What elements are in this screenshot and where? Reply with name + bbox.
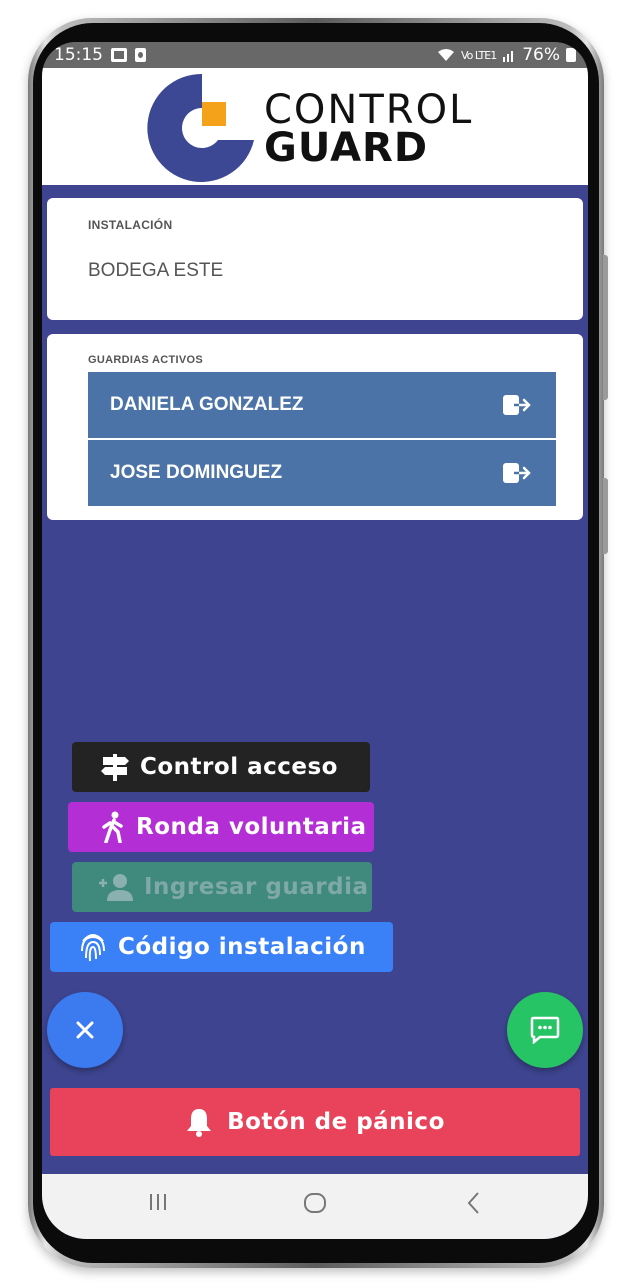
chat-icon <box>530 1016 560 1044</box>
add-guard-label: Ingresar guardia <box>144 874 369 900</box>
lock-icon <box>135 48 146 62</box>
add-person-icon <box>99 874 133 901</box>
signal-icon <box>503 51 514 62</box>
installation-code-label: Código instalación <box>118 934 366 960</box>
recent-apps-icon[interactable] <box>146 1190 170 1214</box>
gallery-icon <box>111 48 127 62</box>
back-icon[interactable] <box>462 1190 486 1216</box>
guard-row-daniela[interactable]: DANIELA GONZALEZ <box>88 372 556 438</box>
logout-icon[interactable] <box>502 461 532 485</box>
guard-row-jose[interactable]: JOSE DOMINGUEZ <box>88 440 556 506</box>
voluntary-round-label: Ronda voluntaria <box>136 814 367 840</box>
walking-icon <box>102 811 123 843</box>
installation-code-button[interactable]: Código instalación <box>50 922 393 972</box>
installation-value: BODEGA ESTE <box>88 260 224 281</box>
panic-label: Botón de pánico <box>227 1109 445 1135</box>
status-bar: 15:15 Vo LTE1 76% <box>42 42 588 68</box>
battery-icon <box>566 48 576 62</box>
logout-icon[interactable] <box>502 393 532 417</box>
close-icon <box>76 1021 94 1039</box>
bell-icon <box>187 1109 212 1137</box>
app-header: CONTROL GUARD <box>42 68 588 185</box>
panic-button[interactable]: Botón de pánico <box>50 1088 580 1156</box>
network-type: Vo LTE1 <box>461 48 497 62</box>
wifi-icon <box>438 49 455 61</box>
system-nav-bar <box>42 1174 588 1239</box>
volume-button <box>603 255 608 400</box>
installation-label: INSTALACIÓN <box>88 218 173 232</box>
signpost-icon <box>101 754 129 781</box>
logo-text-guard: GUARD <box>264 125 429 171</box>
control-access-label: Control acceso <box>140 754 338 780</box>
voluntary-round-button[interactable]: Ronda voluntaria <box>68 802 374 852</box>
active-guards-label: GUARDIAS ACTIVOS <box>88 354 204 366</box>
battery-percent: 76% <box>522 45 560 65</box>
logo-mark-icon <box>147 73 254 182</box>
logo-text-control: CONTROL <box>264 87 474 133</box>
control-access-button[interactable]: Control acceso <box>72 742 370 792</box>
power-button <box>603 478 608 554</box>
guard-name: DANIELA GONZALEZ <box>110 394 304 415</box>
status-time: 15:15 <box>54 45 103 65</box>
guard-name: JOSE DOMINGUEZ <box>110 462 283 483</box>
close-menu-fab[interactable] <box>47 992 123 1068</box>
chat-fab[interactable] <box>507 992 583 1068</box>
control-guard-logo: CONTROL GUARD <box>146 72 486 182</box>
installation-card: INSTALACIÓN BODEGA ESTE <box>47 198 583 320</box>
add-guard-button[interactable]: Ingresar guardia <box>72 862 372 912</box>
home-icon[interactable] <box>302 1190 328 1216</box>
fingerprint-icon <box>81 934 105 962</box>
active-guards-card: GUARDIAS ACTIVOS DANIELA GONZALEZ JOSE D… <box>47 334 583 520</box>
app-screen: 15:15 Vo LTE1 76% CONTROL GUARD INSTALAC… <box>42 42 588 1239</box>
